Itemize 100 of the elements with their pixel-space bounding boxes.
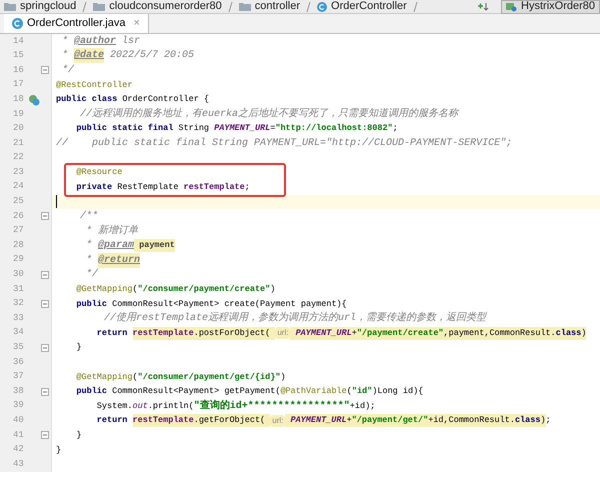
code-token: ; xyxy=(392,122,398,136)
line-number: 18 xyxy=(12,92,25,106)
folder-icon xyxy=(4,2,16,11)
code-token: public xyxy=(75,298,108,310)
code-comment: //远程调用的服务地址，有 xyxy=(79,106,202,122)
code-token: ; xyxy=(244,180,250,194)
line-number: 20 xyxy=(12,122,25,136)
code-token: )Long id){ xyxy=(372,385,424,398)
line-number: 28 xyxy=(12,238,25,252)
line-number: 29 xyxy=(12,253,25,266)
code-token: payment xyxy=(134,239,175,252)
code-token: } xyxy=(75,341,82,354)
parameter-hint: url: xyxy=(270,414,286,427)
fold-icon[interactable] xyxy=(41,344,50,352)
line-number: 42 xyxy=(12,443,25,456)
line-number: 39 xyxy=(12,399,25,412)
parameter-hint: url: xyxy=(275,327,290,340)
code-token: "/payment/create" xyxy=(356,326,444,340)
code-token: "查询的id+****************" xyxy=(194,398,350,414)
doc-tag: @author xyxy=(74,34,116,49)
code-token: "/payment/get/" xyxy=(352,414,428,428)
code-token: return xyxy=(96,326,128,340)
separator-icon xyxy=(228,2,233,12)
code-token: CommonResult<Payment> create(Payment payment){ xyxy=(112,298,347,310)
code-token: @Resource xyxy=(75,166,122,180)
class-icon xyxy=(12,18,23,29)
code-token: .println( xyxy=(148,400,194,413)
line-number: 16 xyxy=(12,64,25,77)
fold-icon[interactable] xyxy=(41,212,50,220)
code-token: + xyxy=(352,326,357,340)
line-number: 27 xyxy=(12,224,25,238)
line-number: 32 xyxy=(12,297,25,310)
line-number: 14 xyxy=(12,34,25,48)
separator-icon xyxy=(82,2,88,12)
code-comment: * 新增订单 xyxy=(85,224,138,239)
sort-icon[interactable] xyxy=(477,2,490,12)
doc-tag: @param xyxy=(98,238,134,254)
fold-icon[interactable] xyxy=(41,270,50,279)
line-number: 21 xyxy=(12,136,25,150)
code-token: .postForObject( xyxy=(194,326,276,340)
code-token: ) xyxy=(270,283,276,296)
breadcrumb-item[interactable]: springcloud xyxy=(20,0,76,15)
code-comment: 2022/5/7 20:05 xyxy=(109,48,194,64)
code-token: ,payment,CommonResult. xyxy=(444,326,556,340)
code-token: restTemplate xyxy=(184,180,245,194)
code-comment: url xyxy=(338,312,356,326)
code-token: ) xyxy=(540,414,546,428)
code-comment: //使用 xyxy=(103,311,136,326)
code-comment: euerka xyxy=(202,108,238,122)
code-token: CommonResult<Payment> getPayment( xyxy=(112,385,280,398)
code-comment: lsr xyxy=(121,34,140,49)
line-number: 34 xyxy=(12,326,25,340)
breadcrumb-item[interactable]: OrderController xyxy=(331,0,407,15)
code-token: ( xyxy=(132,370,138,384)
code-comment: */ xyxy=(61,64,74,78)
line-number: 43 xyxy=(12,458,25,471)
code-token: System. xyxy=(96,400,133,413)
breadcrumb-item[interactable]: cloudconsumerorder80 xyxy=(109,0,222,15)
doc-tag: @return xyxy=(98,252,140,268)
code-token: "/consumer/payment/create" xyxy=(138,283,270,296)
code-comment: */ xyxy=(85,268,98,282)
code-token: public class xyxy=(56,93,118,106)
code-token: "id" xyxy=(352,385,372,398)
line-number: 35 xyxy=(12,341,25,354)
line-number: 41 xyxy=(12,428,25,442)
code-comment: // public static final String PAYMENT_URL="http://CLOUD-PAYMENT-SERVICE"; xyxy=(56,136,512,151)
line-number: 38 xyxy=(12,384,25,398)
code-token: @PathVariable xyxy=(280,385,347,398)
fold-icon[interactable] xyxy=(41,66,50,74)
line-number: 36 xyxy=(12,356,25,369)
code-token: @GetMapping xyxy=(75,370,133,384)
code-token: "http://localhost:8082" xyxy=(275,122,393,136)
bean-icon[interactable] xyxy=(28,94,40,106)
code-token: public xyxy=(75,385,108,398)
folder-icon xyxy=(238,2,251,11)
code-token: ( xyxy=(132,283,138,296)
fold-icon[interactable] xyxy=(41,300,50,308)
code-token: ) xyxy=(280,370,286,384)
code-token: } xyxy=(75,428,82,442)
code-token: ) xyxy=(581,326,586,340)
code-token: class xyxy=(556,326,582,340)
code-token: return xyxy=(96,414,128,428)
code-comment: * xyxy=(85,254,94,268)
run-config-dropdown[interactable]: HystrixOrder80 xyxy=(501,0,600,14)
code-token: + xyxy=(346,414,352,428)
code-token: } xyxy=(56,444,62,456)
code-token: ( xyxy=(346,385,352,398)
code-token: public static final xyxy=(75,122,174,136)
code-comment: * xyxy=(85,238,94,254)
code-comment: * xyxy=(61,48,70,64)
code-comment: ，需要传递的参数，返回类型 xyxy=(356,311,486,326)
fold-icon[interactable] xyxy=(41,431,50,440)
line-number: 23 xyxy=(12,166,25,179)
app-icon xyxy=(506,2,518,12)
code-token: out xyxy=(132,400,148,413)
fold-icon[interactable] xyxy=(41,388,50,396)
breadcrumb-item[interactable]: controller xyxy=(254,0,300,15)
separator-icon xyxy=(306,2,312,12)
editor-tab[interactable]: OrderController.java × xyxy=(4,14,149,33)
code-comment: * xyxy=(61,34,70,49)
